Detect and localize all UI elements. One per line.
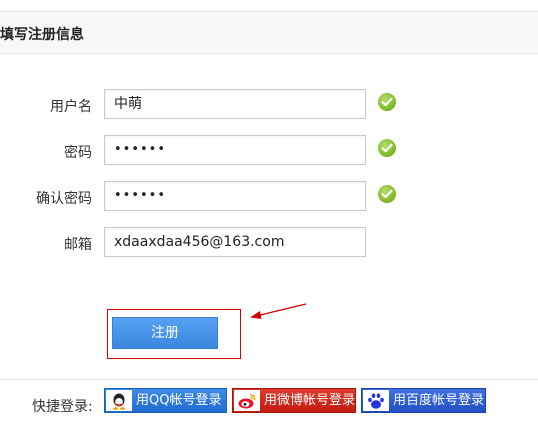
weibo-login-button[interactable]: 用微博帐号登录 <box>232 388 356 413</box>
username-input[interactable]: 中萌 <box>104 89 366 119</box>
page-title: 填写注册信息 <box>0 27 84 43</box>
qq-login-label: 用QQ帐号登录 <box>136 393 222 408</box>
baidu-login-button[interactable]: 用百度帐号登录 <box>361 388 486 413</box>
divider <box>0 379 538 380</box>
email-row: 邮箱 xdaaxdaa456@163.com <box>0 227 538 259</box>
check-icon <box>378 93 396 111</box>
username-row: 用户名 中萌 <box>0 89 538 121</box>
username-label: 用户名 <box>50 99 92 115</box>
email-input[interactable]: xdaaxdaa456@163.com <box>104 227 366 257</box>
register-button[interactable]: 注册 <box>112 317 218 349</box>
email-label: 邮箱 <box>64 237 92 253</box>
arrow-icon <box>250 303 307 319</box>
baidu-login-label: 用百度帐号登录 <box>393 393 485 408</box>
confirm-password-label: 确认密码 <box>36 191 92 207</box>
qq-icon <box>106 390 132 411</box>
form-header: 填写注册信息 <box>0 11 538 54</box>
confirm-password-row: 确认密码 •••••• <box>0 181 538 213</box>
check-icon <box>378 185 396 203</box>
baidu-icon <box>363 390 389 411</box>
password-label: 密码 <box>64 145 92 161</box>
password-row: 密码 •••••• <box>0 135 538 167</box>
confirm-password-input[interactable]: •••••• <box>104 181 366 211</box>
password-input[interactable]: •••••• <box>104 135 366 165</box>
weibo-icon <box>234 390 260 411</box>
quick-login-label: 快捷登录: <box>32 399 93 415</box>
check-icon <box>378 139 396 157</box>
qq-login-button[interactable]: 用QQ帐号登录 <box>104 388 227 413</box>
weibo-login-label: 用微博帐号登录 <box>264 393 356 408</box>
